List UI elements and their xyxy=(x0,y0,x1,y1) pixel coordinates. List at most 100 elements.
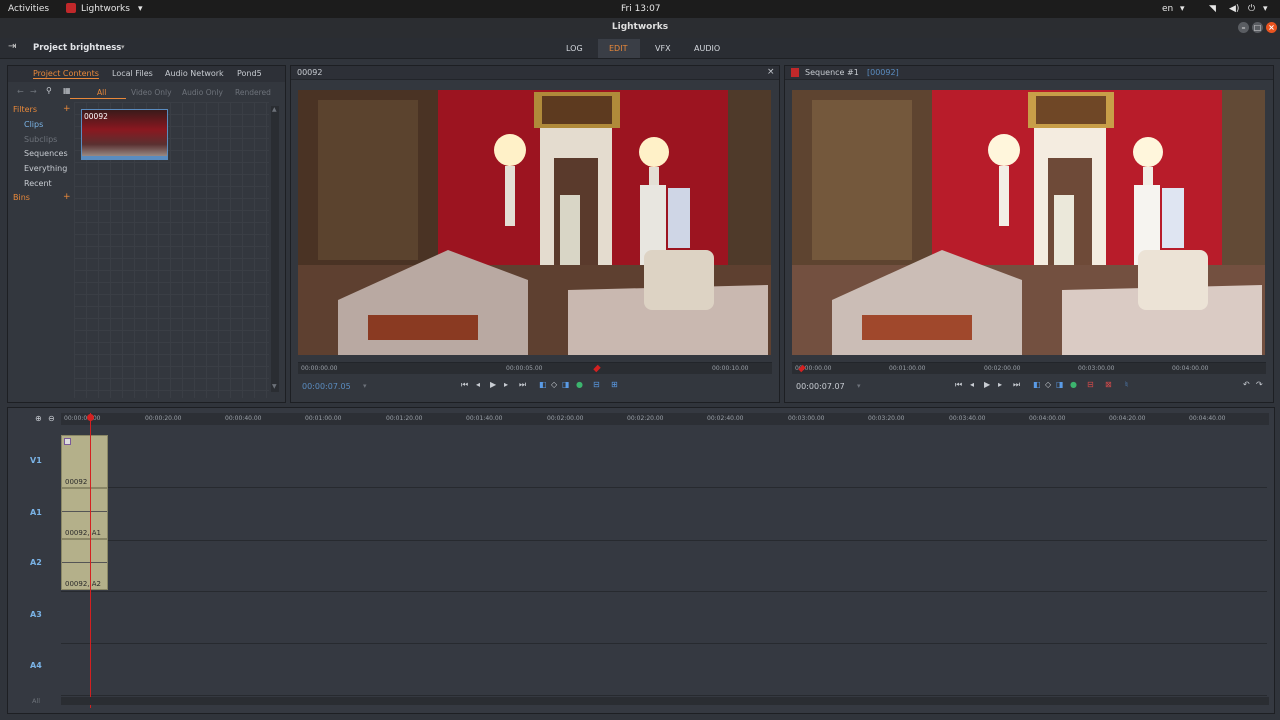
track-label-v1[interactable]: V1 xyxy=(30,456,42,465)
source-timecode[interactable]: 00:00:07.05 xyxy=(302,382,351,391)
filter-item-clips[interactable]: Clips xyxy=(24,120,43,129)
chevron-down-icon[interactable]: ▾ xyxy=(121,43,125,51)
step-forward-icon[interactable]: ▸ xyxy=(998,380,1002,389)
play-icon[interactable]: ▶ xyxy=(984,380,990,389)
tab-edit[interactable]: EDIT xyxy=(609,44,627,53)
language-indicator[interactable]: en xyxy=(1162,4,1173,14)
filter-item-everything[interactable]: Everything xyxy=(24,164,67,173)
filter-audio-only[interactable]: Audio Only xyxy=(182,88,223,97)
step-forward-icon[interactable]: ▸ xyxy=(504,380,508,389)
track-a1[interactable] xyxy=(61,488,1267,541)
exit-project-icon[interactable]: ⇥ xyxy=(8,41,16,52)
clip-thumbnail[interactable]: 00092 xyxy=(81,109,168,160)
track-a3[interactable] xyxy=(61,591,1267,644)
filter-item-subclips[interactable]: Subclips xyxy=(24,135,57,144)
mark-in-icon[interactable]: ◧ xyxy=(1033,380,1041,389)
timeline-scrollbar[interactable] xyxy=(61,697,1269,705)
filter-rendered[interactable]: Rendered xyxy=(235,88,271,97)
redo-icon[interactable]: ↷ xyxy=(1256,380,1263,389)
add-bin-icon[interactable]: + xyxy=(63,192,71,202)
mark-clear-icon[interactable]: ◇ xyxy=(551,380,557,389)
remove-icon[interactable]: ⊟ xyxy=(1087,380,1094,389)
tab-audio[interactable]: AUDIO xyxy=(694,44,720,53)
scroll-down-icon[interactable]: ▼ xyxy=(272,383,277,390)
maximize-icon[interactable]: □ xyxy=(1252,22,1263,33)
insert-icon[interactable]: ⊟ xyxy=(593,380,600,389)
undo-icon[interactable]: ↶ xyxy=(1243,380,1250,389)
mark-clear-icon[interactable]: ◇ xyxy=(1045,380,1051,389)
tab-local-files[interactable]: Local Files xyxy=(112,69,153,78)
track-label-a2[interactable]: A2 xyxy=(30,558,42,567)
chevron-down-icon[interactable]: ▾ xyxy=(1263,4,1268,14)
delete-icon[interactable]: ⊠ xyxy=(1105,380,1112,389)
all-tracks-toggle[interactable]: All xyxy=(32,697,40,705)
back-arrow-icon[interactable]: ← xyxy=(17,87,24,96)
minimize-icon[interactable]: – xyxy=(1238,22,1249,33)
source-playhead-marker[interactable] xyxy=(592,364,601,373)
source-video-frame[interactable] xyxy=(298,90,771,355)
microphone-icon[interactable]: ♮ xyxy=(1125,380,1128,389)
timeline-clip-v1[interactable]: 00092 xyxy=(61,435,108,488)
mark-out-icon[interactable]: ◨ xyxy=(1056,380,1064,389)
zoom-in-icon[interactable]: ⊕ xyxy=(35,414,42,423)
timeline-ruler-tick: 00:01:00.00 xyxy=(305,415,342,422)
track-label-a4[interactable]: A4 xyxy=(30,661,42,670)
clock[interactable]: Fri 13:07 xyxy=(621,4,661,14)
go-to-start-icon[interactable]: ⏮ xyxy=(461,380,468,390)
add-filter-icon[interactable]: + xyxy=(63,104,71,114)
timeline-ruler[interactable]: 00:00:00.00 00:00:20.00 00:00:40.00 00:0… xyxy=(61,413,1269,425)
tab-pond5[interactable]: Pond5 xyxy=(237,69,262,78)
record-video-frame[interactable] xyxy=(792,90,1265,355)
mark-in-icon[interactable]: ◧ xyxy=(539,380,547,389)
cue-marker-icon[interactable]: ● xyxy=(576,380,583,389)
tab-vfx[interactable]: VFX xyxy=(655,44,671,53)
timeline-playhead-handle[interactable] xyxy=(87,414,94,421)
project-name[interactable]: Project brightness xyxy=(33,43,121,53)
chevron-down-icon[interactable]: ▾ xyxy=(1180,4,1185,14)
go-to-end-icon[interactable]: ⏭ xyxy=(1013,380,1020,390)
network-icon[interactable]: ◥ xyxy=(1209,4,1216,14)
cue-marker-icon[interactable]: ● xyxy=(1070,380,1077,389)
chevron-down-icon[interactable]: ▾ xyxy=(857,382,861,390)
activities-button[interactable]: Activities xyxy=(8,4,49,14)
project-bar: ⇥ Project brightness ▾ LOG EDIT VFX AUDI… xyxy=(0,38,1280,59)
timeline-playhead[interactable] xyxy=(90,413,91,708)
chevron-down-icon[interactable]: ▾ xyxy=(138,4,143,14)
timeline-clip-a2[interactable]: 00092, A2 xyxy=(61,539,108,590)
track-label-a1[interactable]: A1 xyxy=(30,508,42,517)
track-label-a3[interactable]: A3 xyxy=(30,610,42,619)
volume-icon[interactable]: ◀) xyxy=(1229,4,1239,14)
close-icon[interactable]: × xyxy=(767,67,775,77)
power-icon[interactable]: ⏻ xyxy=(1248,4,1255,14)
go-to-end-icon[interactable]: ⏭ xyxy=(519,380,526,390)
filter-item-sequences[interactable]: Sequences xyxy=(24,149,68,158)
track-a4[interactable] xyxy=(61,643,1267,696)
go-to-start-icon[interactable]: ⏮ xyxy=(955,380,962,390)
tab-project-contents[interactable]: Project Contents xyxy=(33,69,99,79)
source-ruler[interactable]: 00:00:00.00 00:00:05.00 00:00:10.00 xyxy=(298,362,772,374)
record-timecode[interactable]: 00:00:07.07 xyxy=(796,382,845,391)
step-back-icon[interactable]: ◂ xyxy=(970,380,974,389)
step-back-icon[interactable]: ◂ xyxy=(476,380,480,389)
close-icon[interactable]: × xyxy=(1266,22,1277,33)
filter-all[interactable]: All xyxy=(97,88,106,97)
play-icon[interactable]: ▶ xyxy=(490,380,496,389)
mark-out-icon[interactable]: ◨ xyxy=(562,380,570,389)
forward-arrow-icon[interactable]: → xyxy=(30,87,37,96)
chevron-down-icon[interactable]: ▾ xyxy=(363,382,367,390)
timeline-clip-a1[interactable]: 00092, A1 xyxy=(61,488,108,539)
track-v1[interactable] xyxy=(61,435,1267,488)
app-menu[interactable]: Lightworks xyxy=(81,4,130,14)
track-a2[interactable] xyxy=(61,539,1267,592)
replace-icon[interactable]: ⊞ xyxy=(611,380,618,389)
tab-log[interactable]: LOG xyxy=(566,44,583,53)
scroll-up-icon[interactable]: ▲ xyxy=(272,106,277,113)
search-icon[interactable]: ⚲ xyxy=(46,86,52,95)
tab-audio-network[interactable]: Audio Network xyxy=(165,69,224,78)
view-grid-icon[interactable]: ▦ xyxy=(63,86,71,95)
zoom-out-icon[interactable]: ⊖ xyxy=(48,414,55,423)
record-ruler[interactable]: 00:00:00.00 00:01:00.00 00:02:00.00 00:0… xyxy=(792,362,1266,374)
content-scrollbar[interactable]: ▲ ▼ xyxy=(271,106,279,392)
filter-video-only[interactable]: Video Only xyxy=(131,88,172,97)
filter-item-recent[interactable]: Recent xyxy=(24,179,52,188)
